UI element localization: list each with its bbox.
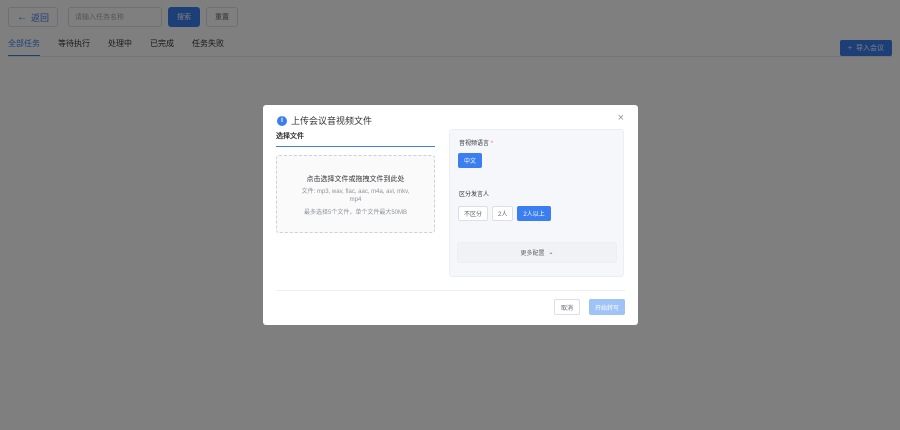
dropzone-main-text: 点击选择文件或拖拽文件到此处 (306, 176, 405, 183)
required-mark: * (490, 141, 494, 147)
cancel-button[interactable]: 取消 (553, 299, 580, 315)
speaker-option-two[interactable]: 2人 (492, 206, 514, 221)
dialog-title: 上传会议音视频文件 (291, 116, 373, 126)
file-dropzone[interactable]: 点击选择文件或拖拽文件到此处 文件: mp3, wav, flac, aac, … (276, 155, 435, 233)
language-label-text: 音视频语言 (459, 141, 490, 147)
language-option-chinese[interactable]: 中文 (458, 153, 483, 168)
settings-pane: 音视频语言 * 中文 区分发言人 不区分 2人 2人以上 更多配置 ⌄ (449, 129, 624, 277)
language-label: 音视频语言 * (459, 138, 493, 147)
speaker-option-none[interactable]: 不区分 (458, 206, 489, 221)
speaker-option-more[interactable]: 2人以上 (517, 206, 551, 221)
speaker-label: 区分发言人 (459, 192, 490, 198)
dialog-header: i 上传会议音视频文件 (277, 114, 372, 127)
chevron-down-icon: ⌄ (548, 250, 554, 256)
more-settings-label: 更多配置 (520, 251, 545, 257)
info-icon: i (277, 115, 287, 126)
section-underline (276, 146, 435, 147)
start-transcribe-button[interactable]: 开始转写 (588, 299, 625, 315)
speaker-options: 不区分 2人 2人以上 (458, 206, 551, 221)
file-select-pane: 选择文件 点击选择文件或拖拽文件到此处 文件: mp3, wav, flac, … (276, 131, 435, 233)
footer-divider (276, 290, 625, 291)
more-settings-toggle[interactable]: 更多配置 ⌄ (457, 242, 617, 263)
upload-dialog: i 上传会议音视频文件 × 选择文件 点击选择文件或拖拽文件到此处 文件: mp… (263, 105, 638, 325)
select-file-title: 选择文件 (276, 133, 304, 140)
close-icon[interactable]: × (618, 113, 624, 124)
dropzone-limit: 最多选择5个文件，单个文件最大50MB (303, 210, 407, 216)
dropzone-file-types: 文件: mp3, wav, flac, aac, m4a, avi, mkv, … (301, 189, 410, 203)
